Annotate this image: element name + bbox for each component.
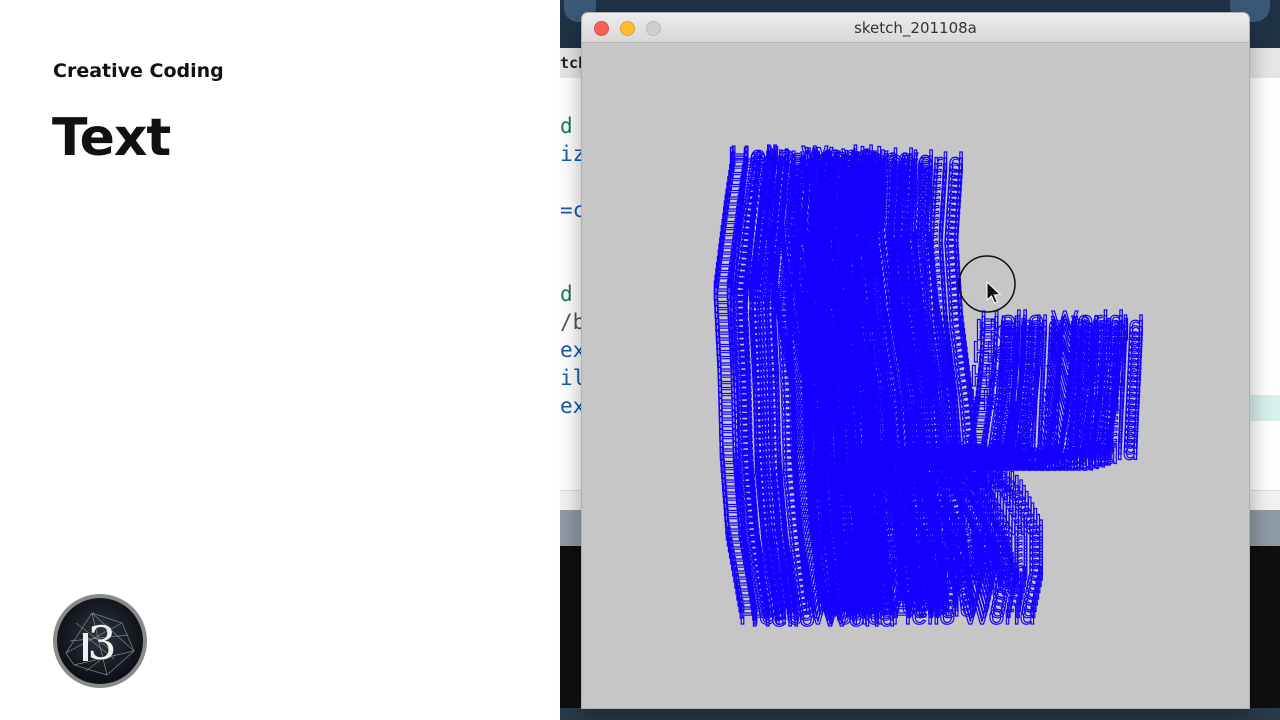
p5-logo-icon: 3 bbox=[53, 594, 147, 688]
hello-world-trail: Hello WorldHello WorldHello WorldHello W… bbox=[711, 139, 1144, 632]
hello-world-stamp: Hello World bbox=[728, 142, 883, 175]
code-line[interactable]: d bbox=[560, 112, 573, 140]
hello-world-stamp: Hello World bbox=[860, 463, 1004, 494]
svg-text:3: 3 bbox=[87, 616, 116, 670]
hello-world-stamp: Hello World bbox=[840, 555, 984, 586]
window-title: sketch_201108a bbox=[854, 19, 977, 37]
pointer-arrow-icon bbox=[986, 280, 1002, 304]
sketch-window[interactable]: sketch_201108a Hello World Hello World Hel… bbox=[582, 13, 1249, 708]
hello-world-stamp: Hello World bbox=[891, 599, 1035, 630]
hello-world-stamp: Hello World bbox=[968, 384, 1123, 417]
code-line[interactable]: d bbox=[560, 280, 573, 308]
hello-world-stamp: Hello World bbox=[994, 434, 1138, 465]
sketch-canvas[interactable]: Hello World Hello World Hello World Hello W… bbox=[582, 43, 1249, 708]
slide-title: Text bbox=[52, 108, 171, 168]
status-bar bbox=[560, 708, 1280, 720]
window-titlebar[interactable]: sketch_201108a bbox=[582, 13, 1249, 43]
course-title: Creative Coding bbox=[53, 60, 224, 82]
slide-panel: Creative Coding Text 3 bbox=[0, 0, 560, 720]
